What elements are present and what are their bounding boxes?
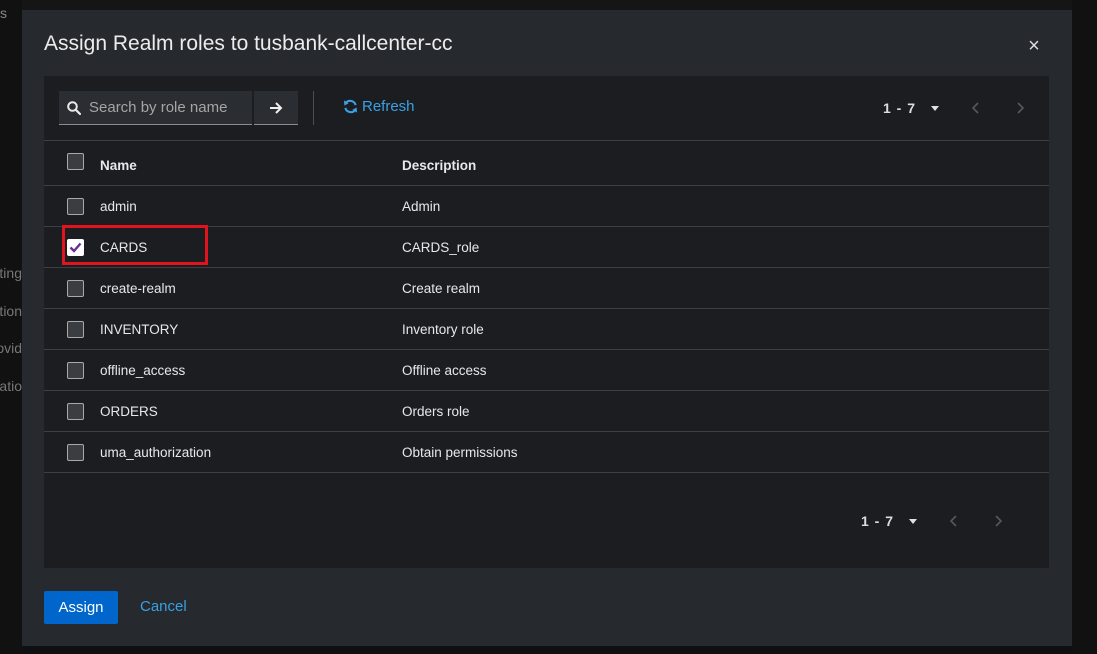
bottom-pagination: 1 - 7 xyxy=(861,512,1021,530)
assign-roles-modal: Assign Realm roles to tusbank-callcenter… xyxy=(22,10,1072,646)
table-header-row: Name Description xyxy=(44,141,1049,186)
role-name: ORDERS xyxy=(100,404,158,419)
role-description: Inventory role xyxy=(402,322,484,337)
selection-highlight xyxy=(62,225,208,265)
background-sidebar-item: atio xyxy=(0,378,22,394)
caret-down-icon[interactable] xyxy=(928,103,942,113)
chevron-right-icon[interactable] xyxy=(1014,101,1026,115)
role-name: INVENTORY xyxy=(100,322,179,337)
caret-down-icon[interactable] xyxy=(906,516,920,526)
table-row: uma_authorization Obtain permissions xyxy=(44,432,1049,473)
role-name: offline_access xyxy=(100,363,186,378)
refresh-button[interactable]: Refresh xyxy=(343,98,415,115)
chevron-left-icon[interactable] xyxy=(970,101,982,115)
arrow-right-icon xyxy=(270,101,283,114)
row-checkbox[interactable] xyxy=(67,321,84,338)
background-right-edge xyxy=(1072,0,1097,654)
toolbar-divider xyxy=(313,91,314,125)
refresh-label: Refresh xyxy=(362,98,415,115)
background-sidebar-item: ting xyxy=(0,265,22,281)
role-name: uma_authorization xyxy=(100,445,212,460)
chevron-left-icon[interactable] xyxy=(948,514,960,528)
sync-icon xyxy=(343,99,358,114)
background-sidebar-item: ation xyxy=(0,303,22,319)
role-name: create-realm xyxy=(100,281,176,296)
column-header-name[interactable]: Name xyxy=(100,158,137,173)
table-row: create-realm Create realm xyxy=(44,268,1049,309)
table-row: ORDERS Orders role xyxy=(44,391,1049,432)
row-checkbox[interactable] xyxy=(67,403,84,420)
background-sidebar xyxy=(0,0,22,654)
modal-title: Assign Realm roles to tusbank-callcenter… xyxy=(44,32,453,55)
search-input[interactable] xyxy=(89,91,249,124)
row-checkbox[interactable] xyxy=(67,280,84,297)
pagination-range[interactable]: 1 - 7 xyxy=(861,513,894,529)
background-toolbar xyxy=(0,0,1097,10)
role-name: admin xyxy=(100,199,137,214)
top-pagination: 1 - 7 xyxy=(883,99,1043,117)
table-row: admin Admin xyxy=(44,186,1049,227)
table-row: offline_access Offline access xyxy=(44,350,1049,391)
background-sidebar-label: s xyxy=(0,5,7,21)
role-description: Create realm xyxy=(402,281,481,296)
table-row: INVENTORY Inventory role xyxy=(44,309,1049,350)
close-icon[interactable]: × xyxy=(1024,36,1044,56)
row-checkbox[interactable] xyxy=(67,362,84,379)
row-checkbox[interactable] xyxy=(67,444,84,461)
row-checkbox[interactable] xyxy=(67,198,84,215)
cancel-button[interactable]: Cancel xyxy=(140,598,187,615)
role-description: CARDS_role xyxy=(402,240,480,255)
background-sidebar-item: ovid xyxy=(0,340,22,356)
pagination-range[interactable]: 1 - 7 xyxy=(883,100,916,116)
assign-button[interactable]: Assign xyxy=(44,591,118,624)
role-description: Orders role xyxy=(402,404,470,419)
role-description: Offline access xyxy=(402,363,487,378)
search-icon xyxy=(67,101,81,115)
column-header-description: Description xyxy=(402,158,477,173)
search-field[interactable] xyxy=(59,91,252,125)
select-all-checkbox[interactable] xyxy=(67,153,84,170)
role-description: Admin xyxy=(402,199,441,214)
search-submit-button[interactable] xyxy=(254,91,298,125)
chevron-right-icon[interactable] xyxy=(992,514,1004,528)
role-description: Obtain permissions xyxy=(402,445,518,460)
roles-table-panel: Refresh 1 - 7 Name Description admin A xyxy=(44,76,1049,568)
